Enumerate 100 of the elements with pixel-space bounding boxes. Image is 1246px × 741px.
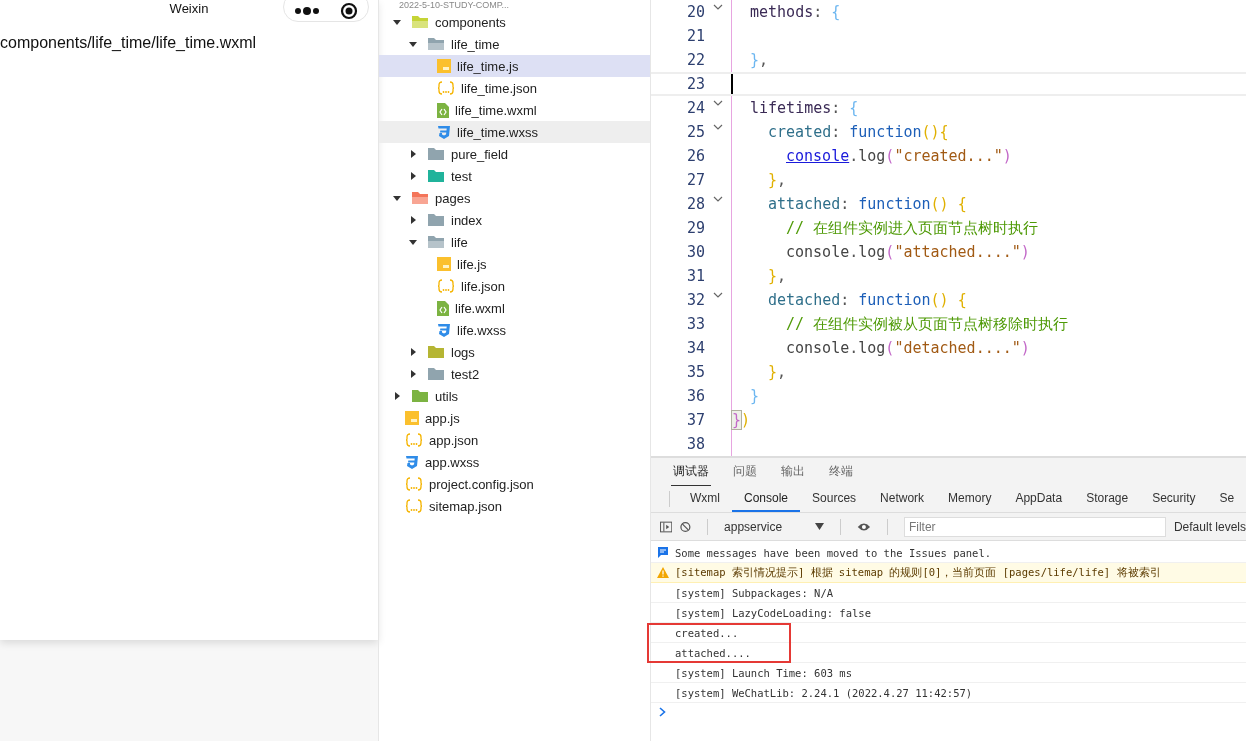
devtools-tab[interactable]: AppData [1003,486,1075,512]
tree-item[interactable]: life_time.wxss [379,121,650,143]
console-message: [sitemap 索引情况提示] 根据 sitemap 的规则[0]，当前页面 [pages/life/life] 将被索引 [675,565,1161,580]
fold-chevron-icon[interactable] [713,292,723,298]
devtools-tab[interactable]: Sources [800,486,869,512]
caret-icon[interactable] [409,216,417,224]
tree-item[interactable]: life.js [379,253,650,275]
caret-icon[interactable] [409,238,417,246]
tree-item[interactable]: project.config.json [379,473,650,495]
dropdown-caret-icon[interactable] [815,523,825,530]
tree-item-label: life [451,234,468,250]
tree-item[interactable]: life.wxml [379,297,650,319]
code-line: }, [768,363,787,381]
filter-field[interactable]: Filter [903,516,1166,537]
panel-tab[interactable]: 问题 [731,458,759,486]
close-circle-icon[interactable] [339,2,358,20]
code-line: console.log("created...") [786,147,1012,165]
line-number: 36 [685,387,705,405]
fold-chevron-icon[interactable] [713,4,723,10]
tree-item[interactable]: app.js [379,407,650,429]
devtools-tab[interactable]: Storage [1074,486,1141,512]
tree-item-label: life_time.wxss [457,124,538,140]
tree-item[interactable]: life_time.js [379,55,650,77]
json-file-icon [405,433,423,447]
tree-item-label: sitemap.json [429,498,502,514]
console-message: created... [675,626,739,639]
tree-item[interactable]: sitemap.json [379,495,650,517]
js-file-icon [437,257,451,271]
caret-icon[interactable] [393,18,401,26]
devtools-tab[interactable]: Se [1207,486,1246,512]
page-text: components/life_time/life_time.wxml [0,34,258,52]
tree-item[interactable]: logs [379,341,650,363]
tree-item[interactable]: life [379,231,650,253]
devtools-tab[interactable]: Wxml [678,486,732,512]
caret-icon[interactable] [409,172,417,180]
tree-item-label: life_time.wxml [455,102,537,118]
clear-console-icon[interactable] [680,519,692,534]
code-line: // 在组件实例进入页面节点树时执行 [786,218,1039,238]
tree-item-label: project.config.json [429,476,534,492]
more-icon[interactable] [294,7,319,15]
console-message: attached.... [675,646,751,659]
warning-icon [657,567,669,578]
caret-icon[interactable] [393,392,401,400]
tree-item[interactable]: test2 [379,363,650,385]
panel-tab[interactable]: 输出 [779,458,807,486]
tree-item[interactable]: app.json [379,429,650,451]
fold-chevron-icon[interactable] [713,124,723,130]
tree-item-label: life_time.json [461,80,537,96]
tree-item[interactable]: life_time.json [379,77,650,99]
tree-item[interactable]: components [379,11,650,33]
panel-tab[interactable]: 终端 [827,458,855,486]
tree-item[interactable]: test [379,165,650,187]
code-line: created: function(){ [768,123,949,141]
tree-item[interactable]: life_time.wxml [379,99,650,121]
code-line: } [750,387,760,405]
line-number: 21 [685,27,705,45]
wxml-file-icon [437,300,449,316]
fold-chevron-icon[interactable] [713,100,723,106]
tree-item-label: life.js [457,256,487,272]
tree-item[interactable]: pure_field [379,143,650,165]
tree-item[interactable]: app.wxss [379,451,650,473]
caret-icon[interactable] [409,348,417,356]
tree-item[interactable]: life.json [379,275,650,297]
caret-icon[interactable] [409,150,417,158]
tree-item-label: life.wxss [457,322,507,338]
tree-item-label: life.wxml [455,300,505,316]
caret-icon[interactable] [393,194,401,202]
tree-item-label: components [435,14,506,30]
json-file-icon [437,279,455,293]
tree-item-label: app.js [425,410,460,426]
line-number: 26 [685,147,705,165]
caret-icon[interactable] [409,370,417,378]
line-number: 29 [685,219,705,237]
fold-chevron-icon[interactable] [713,196,723,202]
sidebar-icon[interactable] [660,519,673,534]
json-file-icon [405,477,423,491]
tree-item[interactable]: life.wxss [379,319,650,341]
devtools-tab[interactable]: Network [868,486,937,512]
tree-item[interactable]: life_time [379,33,650,55]
tree-item[interactable]: pages [379,187,650,209]
code-line: console.log("attached....") [786,243,1030,261]
devtools-tab[interactable]: Security [1140,486,1208,512]
capsule-button[interactable] [283,0,369,22]
line-number: 25 [685,123,705,141]
line-number: 27 [685,171,705,189]
tree-item-label: pages [435,190,471,206]
log-levels-dropdown[interactable]: Default levels [1173,519,1246,534]
prompt-chevron-icon[interactable] [659,707,666,717]
tree-item[interactable]: utils [379,385,650,407]
tree-item[interactable]: index [379,209,650,231]
project-name[interactable]: 2022-5-10-STUDY-COMP... [379,0,510,11]
code-line: // 在组件实例被从页面节点树移除时执行 [786,314,1069,334]
caret-icon[interactable] [409,40,417,48]
text-cursor [731,74,733,94]
tree-item-label: life_time.js [457,58,519,74]
line-number: 22 [685,51,705,69]
context-dropdown[interactable]: appservice [724,519,825,534]
line-number: 33 [685,315,705,333]
tree-item-label: logs [451,344,475,360]
devtools-tab[interactable]: Memory [936,486,1004,512]
